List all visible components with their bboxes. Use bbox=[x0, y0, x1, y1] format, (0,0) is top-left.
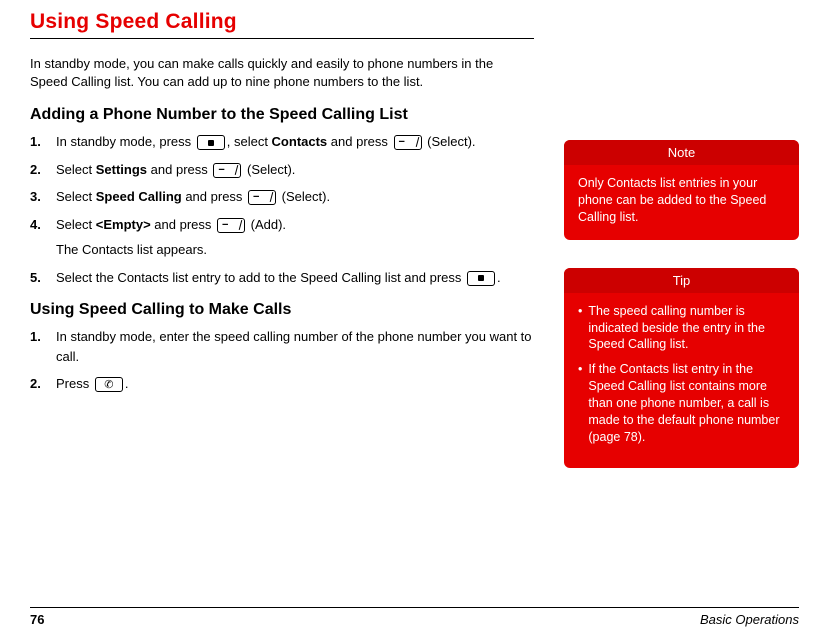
center-key-icon bbox=[467, 271, 495, 286]
chapter-name: Basic Operations bbox=[700, 612, 799, 627]
step-text: (Add). bbox=[247, 217, 286, 232]
step-bold: Contacts bbox=[272, 134, 328, 149]
step-item: 1. In standby mode, enter the speed call… bbox=[30, 327, 534, 366]
tip-header: Tip bbox=[564, 268, 799, 293]
step-number: 5. bbox=[30, 268, 48, 288]
tip-item: The speed calling number is indicated be… bbox=[578, 303, 785, 354]
section-heading-use: Using Speed Calling to Make Calls bbox=[30, 301, 534, 319]
step-text: and press bbox=[147, 162, 211, 177]
step-number: 4. bbox=[30, 215, 48, 260]
step-text: and press bbox=[327, 134, 391, 149]
center-key-icon bbox=[197, 135, 225, 150]
step-text: Select bbox=[56, 217, 96, 232]
step-item: 4. Select <Empty> and press (Add). The C… bbox=[30, 215, 534, 260]
step-text: Select the Contacts list entry to add to… bbox=[56, 270, 465, 285]
note-body: Only Contacts list entries in your phone… bbox=[564, 165, 799, 226]
step-item: 2. Select Settings and press (Select). bbox=[30, 160, 534, 180]
tip-item: If the Contacts list entry in the Speed … bbox=[578, 361, 785, 445]
softkey-icon bbox=[394, 135, 422, 150]
step-item: 2. Press . bbox=[30, 374, 534, 394]
softkey-icon bbox=[248, 190, 276, 205]
step-item: 1. In standby mode, press , select Conta… bbox=[30, 132, 534, 152]
intro-text: In standby mode, you can make calls quic… bbox=[30, 55, 534, 90]
step-number: 1. bbox=[30, 132, 48, 152]
page-number: 76 bbox=[30, 612, 44, 627]
step-item: 5. Select the Contacts list entry to add… bbox=[30, 268, 534, 288]
step-text: Press bbox=[56, 376, 93, 391]
softkey-icon bbox=[217, 218, 245, 233]
step-text: In standby mode, enter the speed calling… bbox=[56, 327, 534, 366]
step-text: Select bbox=[56, 162, 96, 177]
step-text: (Select). bbox=[424, 134, 476, 149]
page-footer: 76 Basic Operations bbox=[30, 607, 799, 627]
page-title: Using Speed Calling bbox=[30, 10, 534, 39]
step-text: (Select). bbox=[278, 189, 330, 204]
step-text: . bbox=[125, 376, 129, 391]
step-number: 2. bbox=[30, 160, 48, 180]
steps-list-1: 1. In standby mode, press , select Conta… bbox=[30, 132, 534, 287]
call-key-icon bbox=[95, 377, 123, 392]
step-text: . bbox=[497, 270, 501, 285]
step-number: 3. bbox=[30, 187, 48, 207]
step-number: 2. bbox=[30, 374, 48, 394]
note-callout: Note Only Contacts list entries in your … bbox=[564, 140, 799, 240]
step-sub-text: The Contacts list appears. bbox=[56, 240, 534, 260]
step-bold: Settings bbox=[96, 162, 147, 177]
step-text: and press bbox=[151, 217, 215, 232]
tip-callout: Tip The speed calling number is indicate… bbox=[564, 268, 799, 468]
step-number: 1. bbox=[30, 327, 48, 366]
step-bold: <Empty> bbox=[96, 217, 151, 232]
step-text: In standby mode, press bbox=[56, 134, 195, 149]
tip-list: The speed calling number is indicated be… bbox=[564, 293, 799, 446]
step-bold: Speed Calling bbox=[96, 189, 182, 204]
section-heading-add: Adding a Phone Number to the Speed Calli… bbox=[30, 106, 534, 124]
softkey-icon bbox=[213, 163, 241, 178]
step-text: (Select). bbox=[243, 162, 295, 177]
step-text: , select bbox=[227, 134, 272, 149]
note-header: Note bbox=[564, 140, 799, 165]
step-item: 3. Select Speed Calling and press (Selec… bbox=[30, 187, 534, 207]
step-text: and press bbox=[182, 189, 246, 204]
steps-list-2: 1. In standby mode, enter the speed call… bbox=[30, 327, 534, 394]
step-text: Select bbox=[56, 189, 96, 204]
